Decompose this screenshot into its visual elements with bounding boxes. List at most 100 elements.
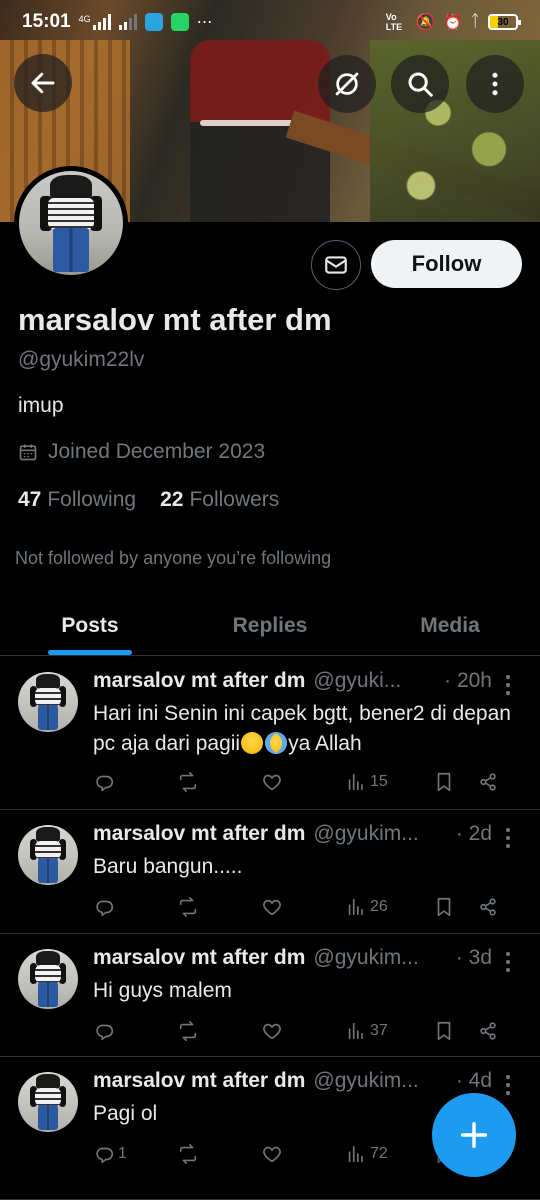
tab-media[interactable]: Media: [360, 596, 540, 655]
like-button[interactable]: [261, 771, 345, 793]
avatar-image: [18, 825, 78, 885]
avatar-image: [18, 1072, 78, 1132]
post-author-name[interactable]: marsalov mt after dm: [93, 946, 305, 970]
post-time[interactable]: · 20h: [444, 669, 492, 693]
message-button[interactable]: [311, 240, 361, 290]
avatar-image: [18, 949, 78, 1009]
status-time: 15:01: [22, 11, 71, 32]
compose-button[interactable]: [432, 1093, 516, 1177]
post-author-handle[interactable]: @gyukim...: [313, 946, 449, 970]
views-button[interactable]: 15: [345, 771, 433, 793]
profile-avatar[interactable]: [14, 166, 128, 280]
network-type: 4G: [78, 14, 91, 24]
views-icon: [348, 1022, 363, 1040]
views-icon: [348, 773, 363, 791]
whatsapp-icon: [170, 13, 189, 31]
reply-icon: [96, 1024, 113, 1041]
share-icon: [480, 898, 496, 916]
post-text-tail: ya Allah: [288, 732, 362, 755]
envelope-icon: [325, 256, 347, 274]
repost-button[interactable]: [177, 771, 261, 793]
views-button[interactable]: 37: [345, 1020, 433, 1042]
bookmark-button[interactable]: [433, 771, 477, 793]
post-more-button[interactable]: [498, 1073, 518, 1097]
repost-icon: [179, 1021, 197, 1041]
post-avatar[interactable]: [18, 949, 78, 1009]
post-more-button[interactable]: [498, 826, 518, 850]
share-button[interactable]: [477, 896, 499, 918]
share-button[interactable]: [477, 771, 499, 793]
post-header: marsalov mt after dm @gyukim... · 4d: [93, 1069, 492, 1093]
post-item[interactable]: marsalov mt after dm @gyuki... · 20h Hari i…: [0, 657, 540, 810]
post-avatar[interactable]: [18, 672, 78, 732]
heart-icon: [263, 1146, 281, 1163]
reply-button[interactable]: [93, 771, 177, 793]
more-button[interactable]: [466, 55, 524, 113]
search-button[interactable]: [391, 55, 449, 113]
back-button[interactable]: [14, 54, 72, 112]
tab-replies[interactable]: Replies: [180, 596, 360, 655]
profile-handle: @gyukim22lv: [18, 348, 145, 371]
post-author-name[interactable]: marsalov mt after dm: [93, 1069, 305, 1093]
post-item[interactable]: marsalov mt after dm @gyukim... · 3d Hi guy…: [0, 934, 540, 1057]
post-actions: 26: [93, 894, 510, 920]
heart-icon: [263, 1023, 281, 1040]
translate-button[interactable]: [318, 55, 376, 113]
post-more-button[interactable]: [498, 950, 518, 974]
tab-posts[interactable]: Posts: [0, 596, 180, 655]
profile-page: 15:01 4G ⋯ Vo LTE 🔕 ⏰ ᛏ 30 Follow marsal…: [0, 0, 540, 1200]
post-avatar[interactable]: [18, 1072, 78, 1132]
post-header: marsalov mt after dm @gyukim... · 3d: [93, 946, 492, 970]
profile-bio: imup: [18, 394, 64, 417]
post-author-name[interactable]: marsalov mt after dm: [93, 669, 305, 693]
reply-button[interactable]: [93, 896, 177, 918]
bluetooth-icon: ᛏ: [470, 13, 480, 30]
reply-icon: [96, 900, 113, 917]
profile-tabs: Posts Replies Media: [0, 596, 540, 656]
loudly-crying-face-icon: [265, 732, 288, 754]
bookmark-icon: [437, 897, 451, 917]
post-time[interactable]: · 3d: [456, 946, 492, 970]
like-button[interactable]: [261, 1143, 345, 1165]
smiling-face-with-tear-icon: [241, 732, 264, 754]
post-more-button[interactable]: [498, 673, 518, 697]
views-button[interactable]: 72: [345, 1143, 433, 1165]
battery-icon: 30: [488, 14, 521, 30]
like-button[interactable]: [261, 896, 345, 918]
repost-button[interactable]: [177, 1020, 261, 1042]
post-author-name[interactable]: marsalov mt after dm: [93, 822, 305, 846]
like-button[interactable]: [261, 1020, 345, 1042]
reply-button[interactable]: [93, 1020, 177, 1042]
share-button[interactable]: [477, 1020, 499, 1042]
follow-stats: 47 Following 22 Followers: [18, 488, 279, 512]
follow-button[interactable]: Follow: [371, 240, 522, 288]
post-text: Baru bangun.....: [93, 852, 520, 882]
repost-icon: [179, 772, 197, 792]
repost-button[interactable]: [177, 896, 261, 918]
view-count: 15: [370, 773, 388, 790]
bookmark-button[interactable]: [433, 896, 477, 918]
repost-button[interactable]: [177, 1143, 261, 1165]
views-icon: [348, 1145, 363, 1163]
post-time[interactable]: · 4d: [456, 1069, 492, 1093]
plus-icon: [460, 1121, 488, 1149]
joined-date: Joined December 2023: [18, 440, 265, 464]
post-text-body: Baru bangun.....: [93, 855, 243, 878]
post-time[interactable]: · 2d: [456, 822, 492, 846]
post-item[interactable]: marsalov mt after dm @gyukim... · 2d Baru b…: [0, 810, 540, 934]
calendar-icon: [19, 444, 37, 461]
post-author-handle[interactable]: @gyuki...: [313, 669, 438, 693]
more-vertical-icon: [492, 72, 498, 96]
bookmark-button[interactable]: [433, 1020, 477, 1042]
reply-button[interactable]: 1: [93, 1143, 177, 1165]
post-author-handle[interactable]: @gyukim...: [313, 822, 449, 846]
view-count: 26: [370, 898, 388, 915]
telegram-icon: [144, 13, 163, 31]
post-header: marsalov mt after dm @gyukim... · 2d: [93, 822, 492, 846]
following-link[interactable]: 47 Following: [18, 488, 136, 512]
post-avatar[interactable]: [18, 825, 78, 885]
no-translate-icon: [335, 72, 359, 96]
views-button[interactable]: 26: [345, 896, 433, 918]
post-author-handle[interactable]: @gyukim...: [313, 1069, 449, 1093]
followers-link[interactable]: 22 Followers: [160, 488, 279, 512]
